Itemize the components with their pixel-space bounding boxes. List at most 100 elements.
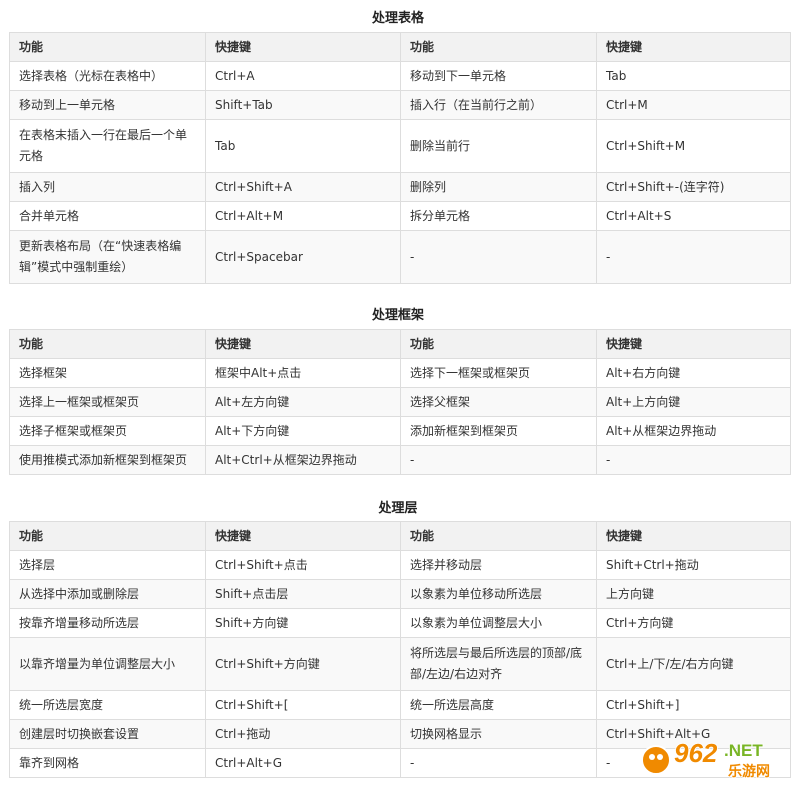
table-row: 合并单元格 Ctrl+Alt+M 拆分单元格 Ctrl+Alt+S <box>9 201 791 231</box>
shortcut-cell: Shift+点击层 <box>205 579 401 609</box>
shortcut-cell: Alt+Ctrl+从框架边界拖动 <box>205 445 401 475</box>
function-cell: 将所选层与最后所选层的顶部/底部/左边/右边对齐 <box>400 637 597 691</box>
shortcut-cell: Ctrl+Alt+M <box>205 201 401 231</box>
function-cell: 创建层时切换嵌套设置 <box>9 719 206 749</box>
function-cell: 以象素为单位移动所选层 <box>400 579 597 609</box>
header-func: 功能 <box>400 521 597 551</box>
function-cell: 按靠齐增量移动所选层 <box>9 608 206 638</box>
logo-mascot-icon <box>641 745 671 775</box>
shortcut-table-table-ops: 功能 快捷键 功能 快捷键 选择表格（光标在表格中） Ctrl+A 移动到下一单… <box>9 32 791 284</box>
function-cell: 选择层 <box>9 550 206 580</box>
function-cell: 选择框架 <box>9 358 206 388</box>
shortcut-cell: Ctrl+Shift+方向键 <box>205 637 401 691</box>
function-cell: 选择父框架 <box>400 387 597 417</box>
function-cell: 移动到下一单元格 <box>400 61 597 91</box>
section-title-layers: 处理层 <box>378 501 418 516</box>
table-row: 更新表格布局（在“快速表格编辑”模式中强制重绘） Ctrl+Spacebar -… <box>9 230 791 284</box>
shortcut-cell: Ctrl+上/下/左/右方向键 <box>596 637 791 691</box>
shortcut-cell: Ctrl+Spacebar <box>205 230 401 284</box>
function-cell: 删除列 <box>400 172 597 202</box>
function-cell: 选择并移动层 <box>400 550 597 580</box>
function-cell: 选择子框架或框架页 <box>9 416 206 446</box>
table-header-row: 功能 快捷键 功能 快捷键 <box>9 32 791 62</box>
shortcut-cell: Tab <box>205 119 401 173</box>
function-cell: 移动到上一单元格 <box>9 90 206 120</box>
shortcut-cell: Ctrl+方向键 <box>596 608 791 638</box>
function-cell: 靠齐到网格 <box>9 748 206 778</box>
table-row: 按靠齐增量移动所选层 Shift+方向键 以象素为单位调整层大小 Ctrl+方向… <box>9 608 791 638</box>
table-row: 选择子框架或框架页 Alt+下方向键 添加新框架到框架页 Alt+从框架边界拖动 <box>9 416 791 446</box>
header-func: 功能 <box>9 32 206 62</box>
watermark-domain: .NET <box>724 741 763 760</box>
table-row: 从选择中添加或删除层 Shift+点击层 以象素为单位移动所选层 上方向键 <box>9 579 791 609</box>
function-cell: 以靠齐增量为单位调整层大小 <box>9 637 206 691</box>
function-cell: 使用推模式添加新框架到框架页 <box>9 445 206 475</box>
shortcut-cell: - <box>596 230 791 284</box>
function-cell: 在表格末插入一行在最后一个单元格 <box>9 119 206 173</box>
header-func: 功能 <box>9 329 206 359</box>
table-row: 选择框架 框架中Alt+点击 选择下一框架或框架页 Alt+右方向键 <box>9 358 791 388</box>
shortcut-cell: 上方向键 <box>596 579 791 609</box>
function-cell: 选择表格（光标在表格中） <box>9 61 206 91</box>
function-cell: 拆分单元格 <box>400 201 597 231</box>
header-key: 快捷键 <box>596 329 791 359</box>
watermark-subtitle: 乐游网 <box>728 763 770 780</box>
watermark-number: 962 <box>674 738 718 768</box>
shortcut-cell: Alt+从框架边界拖动 <box>596 416 791 446</box>
header-func: 功能 <box>400 32 597 62</box>
table-row: 插入列 Ctrl+Shift+A 删除列 Ctrl+Shift+-(连字符) <box>9 172 791 202</box>
shortcut-cell: Tab <box>596 61 791 91</box>
table-row: 在表格末插入一行在最后一个单元格 Tab 删除当前行 Ctrl+Shift+M <box>9 119 791 173</box>
shortcut-cell: Ctrl+Shift+M <box>596 119 791 173</box>
section-title-frames: 处理框架 <box>371 308 424 323</box>
function-cell: 选择上一框架或框架页 <box>9 387 206 417</box>
shortcut-cell: Ctrl+Shift+[ <box>205 690 401 720</box>
shortcut-cell: Ctrl+Alt+S <box>596 201 791 231</box>
shortcut-cell: Ctrl+Alt+G <box>205 748 401 778</box>
function-cell: 添加新框架到框架页 <box>400 416 597 446</box>
section-title-table: 处理表格 <box>371 11 424 26</box>
header-key: 快捷键 <box>596 521 791 551</box>
function-cell: 删除当前行 <box>400 119 597 173</box>
function-cell: - <box>400 230 597 284</box>
header-key: 快捷键 <box>596 32 791 62</box>
shortcut-cell: Ctrl+Shift+] <box>596 690 791 720</box>
shortcut-cell: Ctrl+Shift+-(连字符) <box>596 172 791 202</box>
header-key: 快捷键 <box>205 329 401 359</box>
table-row: 以靠齐增量为单位调整层大小 Ctrl+Shift+方向键 将所选层与最后所选层的… <box>9 637 791 691</box>
function-cell: 切换网格显示 <box>400 719 597 749</box>
shortcut-cell: - <box>596 445 791 475</box>
table-row: 使用推模式添加新框架到框架页 Alt+Ctrl+从框架边界拖动 - - <box>9 445 791 475</box>
function-cell: 选择下一框架或框架页 <box>400 358 597 388</box>
function-cell: - <box>400 748 597 778</box>
shortcut-cell: Ctrl+Shift+点击 <box>205 550 401 580</box>
shortcut-cell: Alt+上方向键 <box>596 387 791 417</box>
table-header-row: 功能 快捷键 功能 快捷键 <box>9 329 791 359</box>
header-func: 功能 <box>9 521 206 551</box>
function-cell: - <box>400 445 597 475</box>
shortcut-cell: Ctrl+M <box>596 90 791 120</box>
header-key: 快捷键 <box>205 521 401 551</box>
table-row: 选择上一框架或框架页 Alt+左方向键 选择父框架 Alt+上方向键 <box>9 387 791 417</box>
shortcut-table-frames: 功能 快捷键 功能 快捷键 选择框架 框架中Alt+点击 选择下一框架或框架页 … <box>9 329 791 475</box>
shortcut-cell: Shift+Ctrl+拖动 <box>596 550 791 580</box>
function-cell: 以象素为单位调整层大小 <box>400 608 597 638</box>
table-header-row: 功能 快捷键 功能 快捷键 <box>9 521 791 551</box>
function-cell: 统一所选层高度 <box>400 690 597 720</box>
table-row: 统一所选层宽度 Ctrl+Shift+[ 统一所选层高度 Ctrl+Shift+… <box>9 690 791 720</box>
shortcut-cell: Shift+Tab <box>205 90 401 120</box>
shortcut-cell: Ctrl+拖动 <box>205 719 401 749</box>
function-cell: 合并单元格 <box>9 201 206 231</box>
shortcut-cell: Ctrl+A <box>205 61 401 91</box>
function-cell: 更新表格布局（在“快速表格编辑”模式中强制重绘） <box>9 230 206 284</box>
shortcut-cell: Alt+右方向键 <box>596 358 791 388</box>
table-row: 选择表格（光标在表格中） Ctrl+A 移动到下一单元格 Tab <box>9 61 791 91</box>
shortcut-cell: Alt+左方向键 <box>205 387 401 417</box>
function-cell: 统一所选层宽度 <box>9 690 206 720</box>
shortcut-cell: Shift+方向键 <box>205 608 401 638</box>
header-func: 功能 <box>400 329 597 359</box>
function-cell: 从选择中添加或删除层 <box>9 579 206 609</box>
table-row: 移动到上一单元格 Shift+Tab 插入行（在当前行之前） Ctrl+M <box>9 90 791 120</box>
shortcut-cell: Ctrl+Shift+A <box>205 172 401 202</box>
function-cell: 插入行（在当前行之前） <box>400 90 597 120</box>
